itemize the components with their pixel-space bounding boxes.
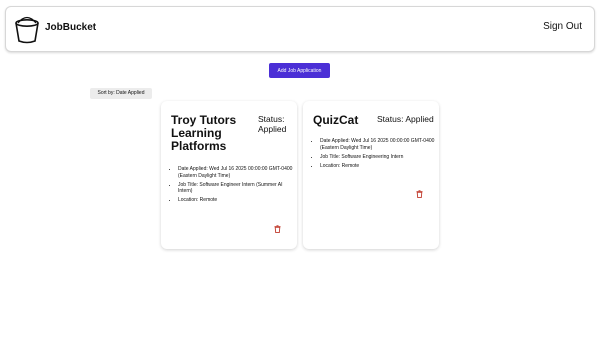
job-card: Troy Tutors Learning Platforms Status: A… <box>161 101 297 249</box>
trash-icon[interactable] <box>416 190 423 198</box>
job-title: Job Title: Software Engineering Intern <box>320 154 438 161</box>
job-details-list: Date Applied: Wed Jul 16 2025 00:00:00 G… <box>311 138 438 172</box>
top-navbar: JobBucket Sign Out <box>5 6 595 52</box>
job-card: QuizCat Status: Applied Date Applied: We… <box>303 101 439 249</box>
job-title: Job Title: Software Engineer Intern (Sum… <box>178 182 296 195</box>
date-applied: Date Applied: Wed Jul 16 2025 00:00:00 G… <box>178 166 296 179</box>
bucket-logo-icon <box>15 16 39 44</box>
company-name: Troy Tutors Learning Platforms <box>171 113 237 153</box>
job-details-list: Date Applied: Wed Jul 16 2025 00:00:00 G… <box>169 166 296 206</box>
sort-by-dropdown[interactable]: Sort by: Date Applied <box>90 88 152 99</box>
app-name: JobBucket <box>45 22 97 33</box>
date-applied: Date Applied: Wed Jul 16 2025 00:00:00 G… <box>320 138 438 151</box>
location: Location: Remote <box>178 197 296 204</box>
trash-icon[interactable] <box>274 225 281 233</box>
location: Location: Remote <box>320 163 438 170</box>
status-label: Status: Applied <box>258 114 287 134</box>
company-name: QuizCat <box>313 113 359 127</box>
sign-out-link[interactable]: Sign Out <box>543 21 582 32</box>
status-label: Status: Applied <box>377 114 434 124</box>
add-job-application-button[interactable]: Add Job Application <box>269 63 330 78</box>
